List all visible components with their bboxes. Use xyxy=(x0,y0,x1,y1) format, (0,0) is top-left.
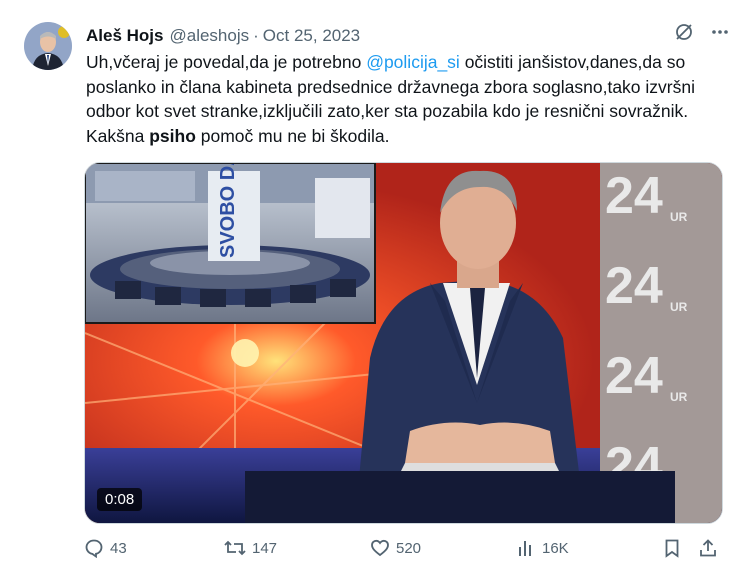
channel-sub-1: UR xyxy=(670,210,688,224)
tweet-text-part3: pomoč mu ne bi škodila. xyxy=(195,125,390,146)
like-count: 520 xyxy=(396,539,422,557)
banner-text: SVOBO DA! xyxy=(217,163,239,258)
avatar-image xyxy=(24,22,72,70)
views-button[interactable]: 16K xyxy=(516,538,569,558)
bookmark-button[interactable] xyxy=(662,538,682,558)
channel-sub-2: UR xyxy=(670,300,688,314)
views-count: 16K xyxy=(542,539,569,557)
tweet-bold-word: psiho xyxy=(149,125,196,146)
channel-logo-3: 24 xyxy=(605,347,663,405)
repost-count: 147 xyxy=(252,539,278,557)
channel-sub-3: UR xyxy=(670,390,688,404)
share-button[interactable] xyxy=(698,538,718,558)
reply-icon xyxy=(84,538,104,558)
header-icons xyxy=(674,22,730,47)
avatar[interactable] xyxy=(24,22,72,70)
author-handle[interactable]: @aleshojs xyxy=(169,26,249,46)
video-duration: 0:08 xyxy=(97,488,143,511)
like-button[interactable]: 520 xyxy=(370,538,421,558)
repost-button[interactable]: 147 xyxy=(224,538,277,558)
tweet-date[interactable]: Oct 25, 2023 xyxy=(263,26,360,46)
views-icon xyxy=(516,538,536,558)
channel-logo-1: 24 xyxy=(605,167,663,225)
reply-count: 43 xyxy=(110,539,127,557)
repost-icon xyxy=(224,538,246,558)
video-player[interactable]: SVOBO DA! 24 UR 24 UR 24 UR 24 0:08 xyxy=(84,162,723,524)
tweet-header: Aleš Hojs @aleshojs · Oct 25, 2023 xyxy=(86,24,730,48)
channel-logo-2: 24 xyxy=(605,257,663,315)
action-bar: 43 147 520 16K xyxy=(84,538,724,562)
tweet-text-part1: Uh,včeraj je povedal,da je potrebno xyxy=(86,52,367,72)
mention-link[interactable]: @policija_si xyxy=(366,52,460,72)
reply-button[interactable]: 43 xyxy=(84,538,127,558)
share-icon xyxy=(698,538,718,558)
more-options-icon[interactable] xyxy=(710,22,730,47)
grok-icon[interactable] xyxy=(674,22,694,47)
header-separator: · xyxy=(253,26,259,45)
bookmark-icon xyxy=(662,538,682,558)
tweet-text: Uh,včeraj je povedal,da je potrebno @pol… xyxy=(86,50,736,148)
author-name[interactable]: Aleš Hojs xyxy=(86,26,163,46)
video-frame: SVOBO DA! 24 UR 24 UR 24 UR 24 xyxy=(85,163,722,523)
heart-icon xyxy=(370,538,390,558)
